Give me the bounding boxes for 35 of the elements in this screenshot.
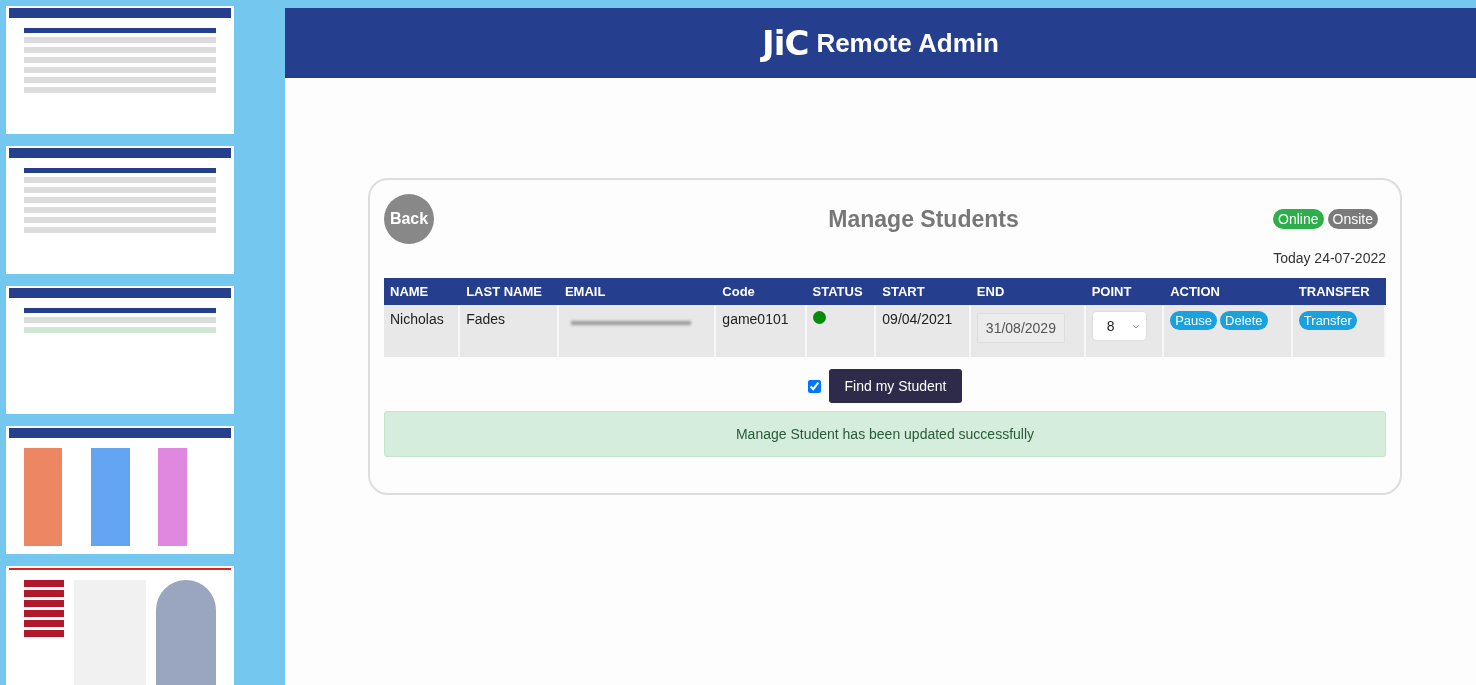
app-title: Remote Admin [816, 27, 999, 59]
page-title: Manage Students [828, 205, 1019, 233]
transfer-button[interactable]: Transfer [1298, 311, 1357, 330]
point-select[interactable]: 8 [1091, 311, 1148, 341]
date-label: Today 24-07-2022 [1272, 250, 1386, 266]
status-badge: Onsite [1327, 209, 1378, 229]
table-cell: 09/04/2021 [876, 305, 971, 357]
success-alert: Manage Student has been updated successfully [384, 411, 1386, 457]
column-header: TRANSFER [1292, 278, 1386, 305]
action-button[interactable]: Pause [1170, 311, 1217, 330]
column-header: EMAIL [558, 278, 717, 305]
screenshot-thumbnail[interactable] [6, 146, 234, 274]
column-header: LAST NAME [460, 278, 559, 305]
table-cell: Nicholas [384, 305, 461, 357]
screenshot-thumbnail[interactable] [6, 566, 234, 685]
status-badge: Online [1273, 209, 1324, 229]
checkbox[interactable] [807, 379, 821, 393]
column-header: STATUS [806, 278, 877, 305]
back-button[interactable]: Back [384, 194, 434, 244]
column-header: END [970, 278, 1086, 305]
column-header: NAME [384, 278, 461, 305]
action-button[interactable]: Delete [1220, 311, 1268, 330]
end-date-field[interactable]: 31/08/2029 [976, 313, 1065, 343]
table-cell: game0101 [716, 305, 807, 357]
screenshot-thumbnail[interactable] [6, 6, 234, 134]
column-header: Code [716, 278, 807, 305]
screenshot-thumbnail[interactable] [6, 426, 234, 554]
logo: JiC [762, 23, 809, 63]
find-button[interactable]: Find my Student [828, 369, 963, 403]
column-header: ACTION [1164, 278, 1293, 305]
table-cell: Fades [460, 305, 559, 357]
screenshot-thumbnail[interactable] [6, 286, 234, 414]
column-header: START [876, 278, 971, 305]
column-header: POINT [1085, 278, 1165, 305]
caret-icon [1132, 323, 1141, 329]
